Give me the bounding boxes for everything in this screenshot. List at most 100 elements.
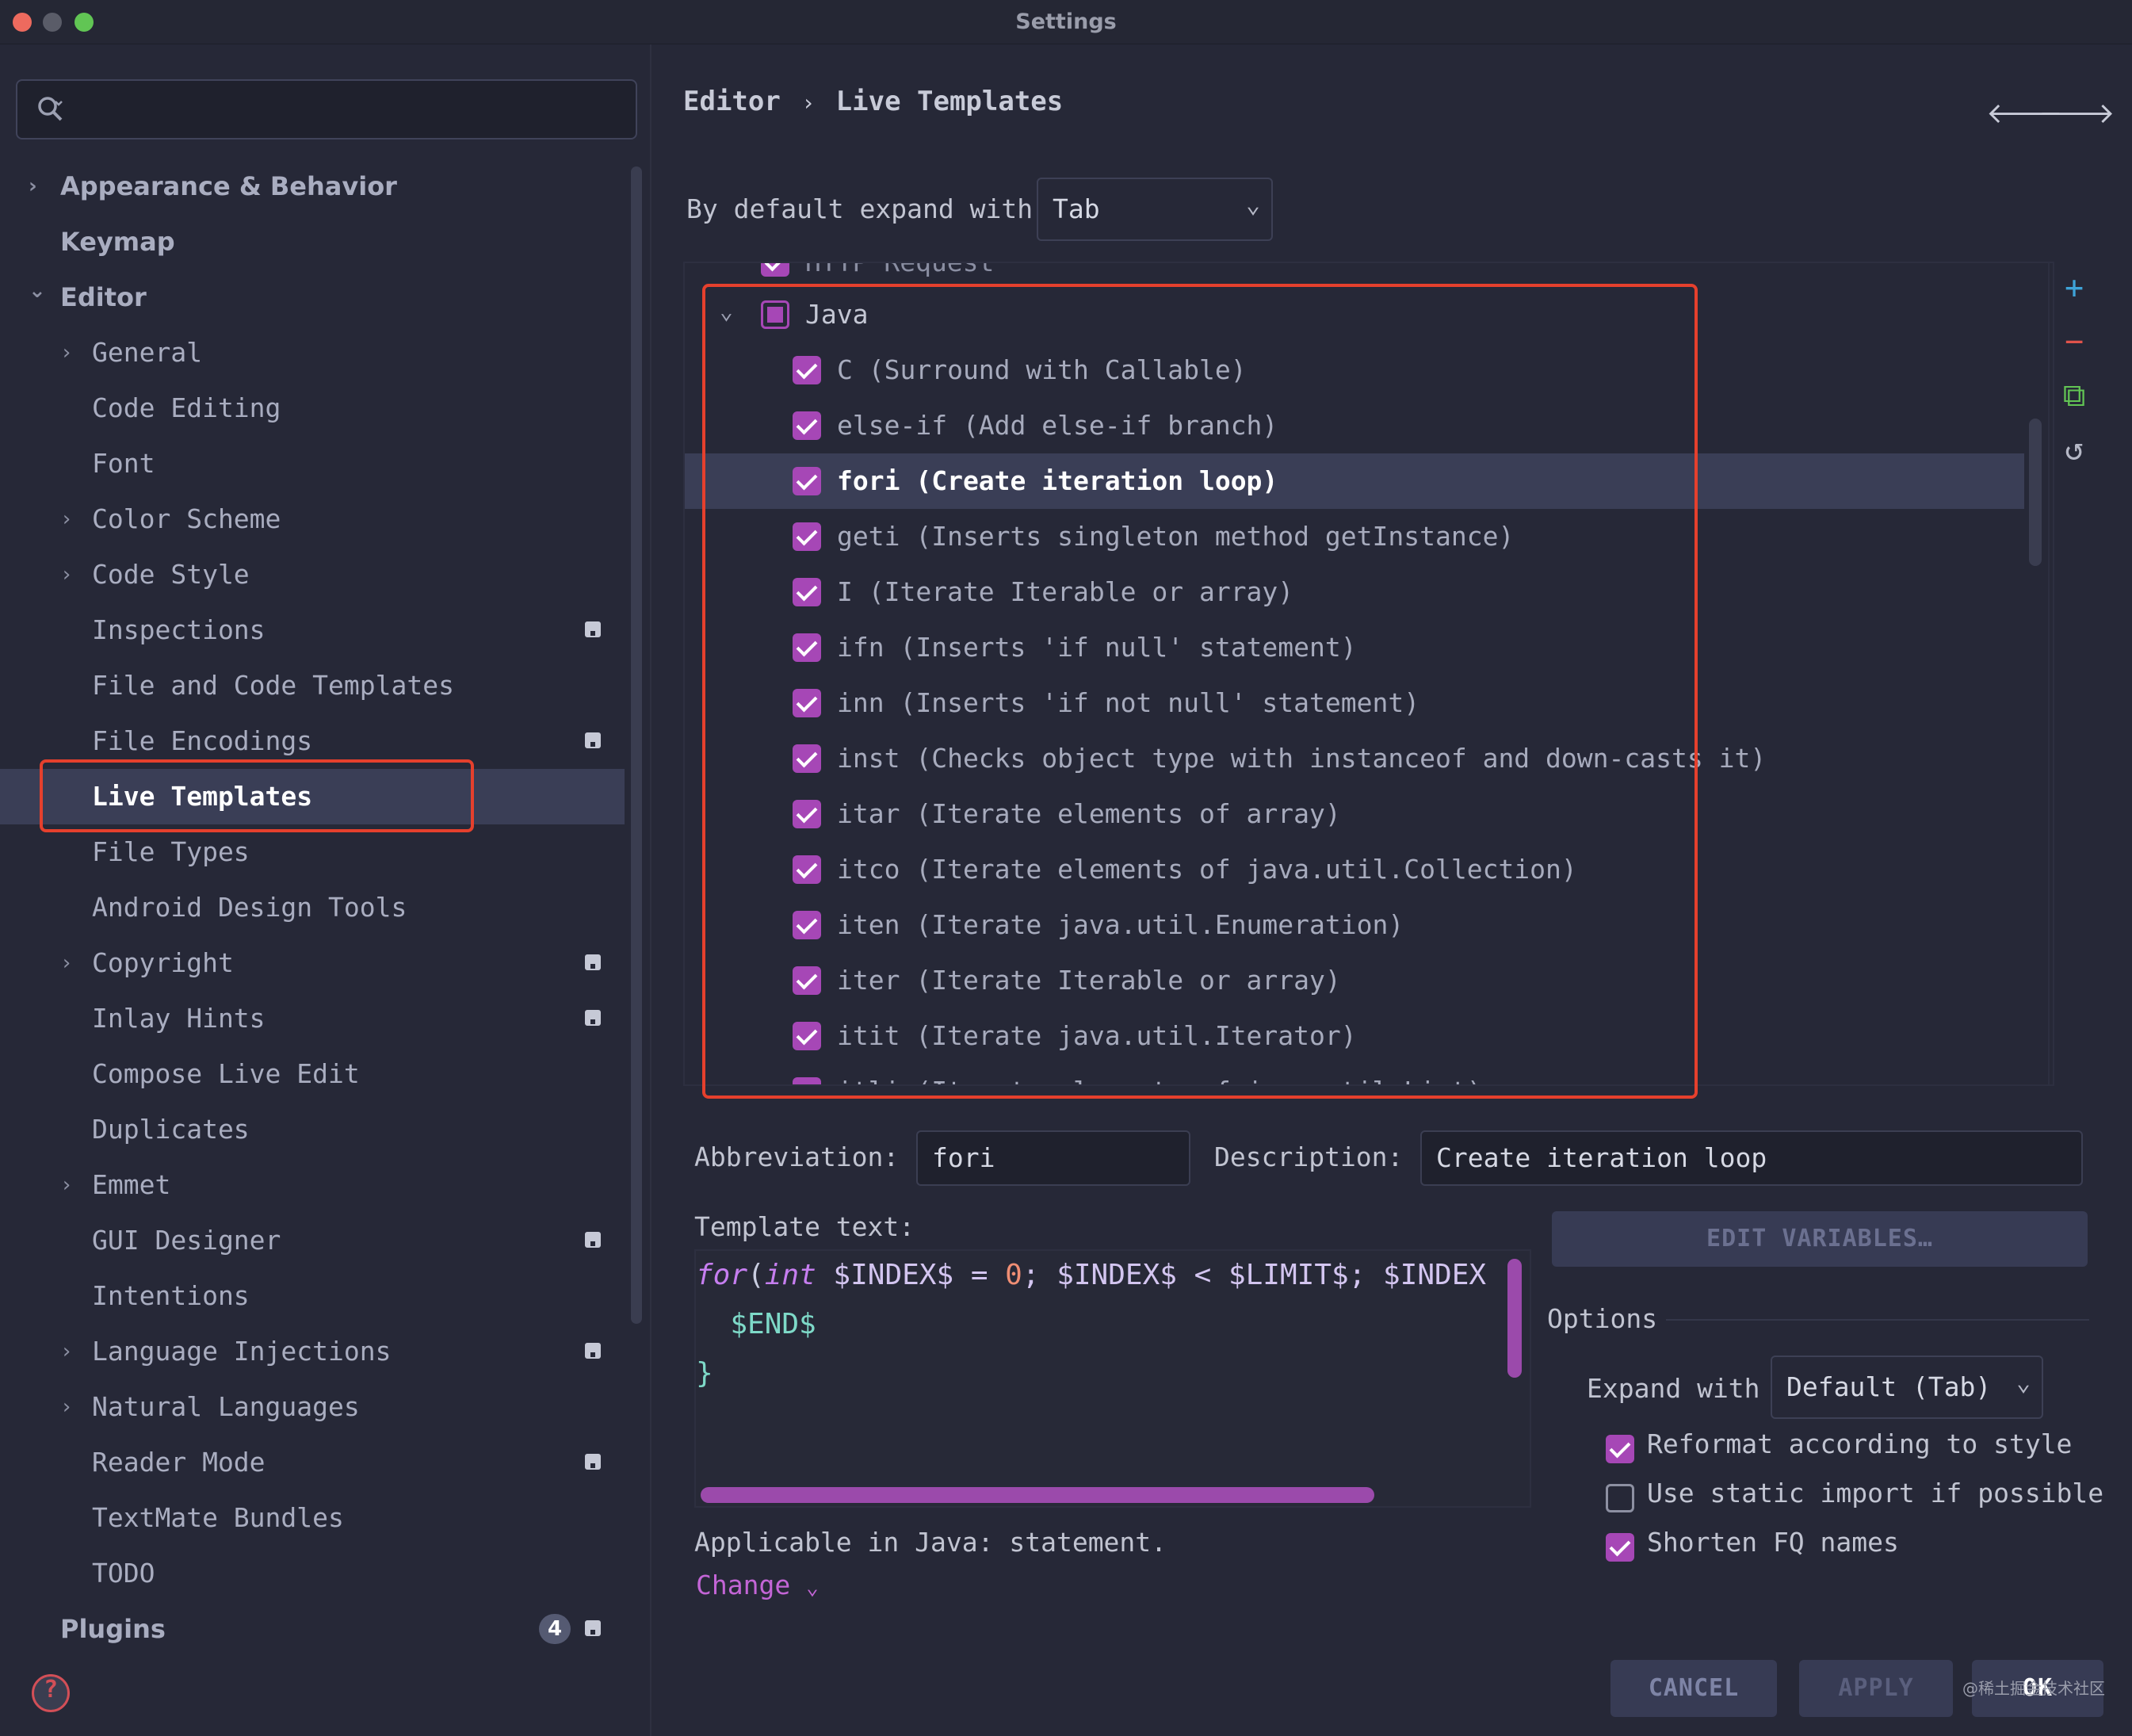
sidebar-item-label: Editor: [60, 282, 147, 312]
chevron-right-icon[interactable]: ›: [60, 1379, 73, 1435]
change-context-link[interactable]: Change ⌄: [696, 1570, 819, 1600]
template-text-hscroll[interactable]: [701, 1487, 1374, 1503]
static-import-checkbox[interactable]: [1606, 1484, 1634, 1512]
option-expand-label: Expand with: [1587, 1373, 1760, 1404]
sidebar-item-label: Code Editing: [92, 392, 281, 423]
sidebar-item-label: Appearance & Behavior: [60, 171, 397, 201]
sidebar-item-android-design-tools[interactable]: Android Design Tools: [0, 880, 625, 935]
sidebar-item-duplicates[interactable]: Duplicates: [0, 1102, 625, 1157]
sidebar-item-plugins[interactable]: Plugins 4: [0, 1601, 625, 1657]
sidebar-item-todo[interactable]: TODO: [0, 1546, 625, 1601]
options-divider: [1666, 1319, 2089, 1321]
sidebar-item-language-injections[interactable]: › Language Injections: [0, 1324, 625, 1379]
chevron-right-icon[interactable]: ›: [60, 547, 73, 602]
plugins-update-badge: 4: [539, 1614, 571, 1644]
reformat-checkbox[interactable]: [1606, 1435, 1634, 1463]
abbreviation-value: fori: [932, 1142, 995, 1173]
sidebar-item-label: Inlay Hints: [92, 1003, 266, 1034]
sidebar-item-label: Emmet: [92, 1169, 171, 1200]
sidebar-item-label: Duplicates: [92, 1114, 250, 1145]
sidebar-item-keymap[interactable]: Keymap: [0, 214, 625, 270]
chevron-right-icon[interactable]: ›: [60, 1157, 73, 1213]
settings-search-input[interactable]: [16, 79, 637, 140]
sidebar-item-code-editing[interactable]: Code Editing: [0, 380, 625, 436]
abbreviation-input[interactable]: fori: [916, 1130, 1190, 1186]
description-input[interactable]: Create iteration loop: [1420, 1130, 2083, 1186]
option-expand-select[interactable]: Default (Tab) ⌄: [1771, 1356, 2043, 1419]
help-icon: ?: [43, 1676, 59, 1703]
sidebar-item-natural-languages[interactable]: › Natural Languages: [0, 1379, 625, 1435]
sidebar-item-gui-designer[interactable]: GUI Designer: [0, 1213, 625, 1268]
expand-with-value: Tab: [1053, 193, 1100, 224]
chevron-down-icon[interactable]: ⌄: [29, 263, 46, 319]
project-level-icon: [585, 954, 601, 970]
window-title: Settings: [1015, 10, 1117, 34]
sidebar-item-inlay-hints[interactable]: Inlay Hints: [0, 991, 625, 1046]
option-expand-value: Default (Tab): [1786, 1371, 1992, 1402]
breadcrumb-separator: ›: [801, 90, 816, 116]
static-import-option[interactable]: Use static import if possible: [1606, 1478, 2113, 1517]
remove-icon[interactable]: −: [2054, 323, 2094, 360]
breadcrumb: Editor › Live Templates: [683, 86, 1063, 117]
sidebar-item-label: General: [92, 337, 203, 368]
sidebar-item-general[interactable]: › General: [0, 325, 625, 380]
shorten-fq-option[interactable]: Shorten FQ names: [1606, 1527, 2113, 1566]
chevron-down-icon: ⌄: [806, 1576, 819, 1600]
sidebar-item-appearance-behavior[interactable]: › Appearance & Behavior: [0, 159, 625, 214]
chevron-right-icon[interactable]: ›: [60, 1324, 73, 1379]
sidebar-item-label: TextMate Bundles: [92, 1502, 344, 1533]
reformat-option[interactable]: Reformat according to style: [1606, 1428, 2113, 1468]
breadcrumb-current: Live Templates: [835, 86, 1064, 117]
sidebar-item-label: Android Design Tools: [92, 892, 407, 923]
template-text-vscroll[interactable]: [1507, 1259, 1522, 1378]
sidebar-item-editor[interactable]: ⌄ Editor: [0, 270, 625, 325]
add-icon[interactable]: +: [2054, 270, 2094, 306]
chevron-right-icon[interactable]: ›: [29, 159, 37, 214]
template-text-editor[interactable]: for(int $INDEX$ = 0; $INDEX$ < $LIMIT$; …: [694, 1249, 1531, 1508]
project-level-icon: [585, 1620, 601, 1636]
search-icon: [38, 97, 63, 121]
sidebar-item-label: Language Injections: [92, 1336, 392, 1367]
restore-icon[interactable]: ↺: [2054, 431, 2094, 468]
sidebar-item-label: Keymap: [60, 227, 175, 257]
group-checkbox[interactable]: [761, 263, 789, 277]
live-templates-highlight: [40, 759, 474, 832]
shorten-fq-checkbox[interactable]: [1606, 1533, 1634, 1562]
static-import-label: Use static import if possible: [1647, 1478, 2104, 1508]
breadcrumb-parent[interactable]: Editor: [683, 86, 781, 117]
sidebar-item-code-style[interactable]: › Code Style: [0, 547, 625, 602]
templates-toolbar: [2048, 263, 2050, 1084]
sidebar-item-label: Inspections: [92, 614, 266, 645]
template-code-line-2: $END$: [696, 1308, 816, 1340]
sidebar-item-intentions[interactable]: Intentions: [0, 1268, 625, 1324]
sidebar-item-textmate-bundles[interactable]: TextMate Bundles: [0, 1490, 625, 1546]
project-level-icon: [585, 1232, 601, 1248]
sidebar-item-file-types[interactable]: File Types: [0, 824, 625, 880]
sidebar-item-file-and-code-templates[interactable]: File and Code Templates: [0, 658, 625, 713]
chevron-right-icon[interactable]: ›: [60, 325, 73, 380]
sidebar-item-reader-mode[interactable]: Reader Mode: [0, 1435, 625, 1490]
chevron-right-icon[interactable]: ›: [60, 935, 73, 991]
copy-icon[interactable]: ⧉: [2054, 377, 2094, 414]
sidebar-item-copyright[interactable]: › Copyright: [0, 935, 625, 991]
templates-scrollbar[interactable]: [2029, 419, 2042, 566]
expand-with-select[interactable]: Tab ⌄: [1037, 178, 1273, 241]
apply-button[interactable]: APPLY: [1799, 1660, 1953, 1717]
cancel-button[interactable]: CANCEL: [1610, 1660, 1777, 1717]
chevron-right-icon[interactable]: ›: [60, 491, 73, 547]
sidebar-item-color-scheme[interactable]: › Color Scheme: [0, 491, 625, 547]
template-text-label: Template text:: [694, 1211, 915, 1242]
applicable-context: Applicable in Java: statement.: [694, 1527, 1167, 1558]
sidebar-item-emmet[interactable]: › Emmet: [0, 1157, 625, 1213]
sidebar-item-font[interactable]: Font: [0, 436, 625, 491]
sidebar-scrollbar[interactable]: [631, 166, 642, 1324]
project-level-icon: [585, 1343, 601, 1359]
expand-label: By default expand with: [686, 193, 1034, 224]
project-level-icon: [585, 1454, 601, 1470]
sidebar-item-label: Plugins: [60, 1614, 166, 1644]
forward-arrow-icon[interactable]: 🡒: [2038, 95, 2115, 130]
sidebar-item-inspections[interactable]: Inspections: [0, 602, 625, 658]
abbreviation-label: Abbreviation:: [694, 1141, 900, 1172]
sidebar-item-compose-live-edit[interactable]: Compose Live Edit: [0, 1046, 625, 1102]
edit-variables-button[interactable]: EDIT VARIABLES…: [1552, 1211, 2088, 1267]
